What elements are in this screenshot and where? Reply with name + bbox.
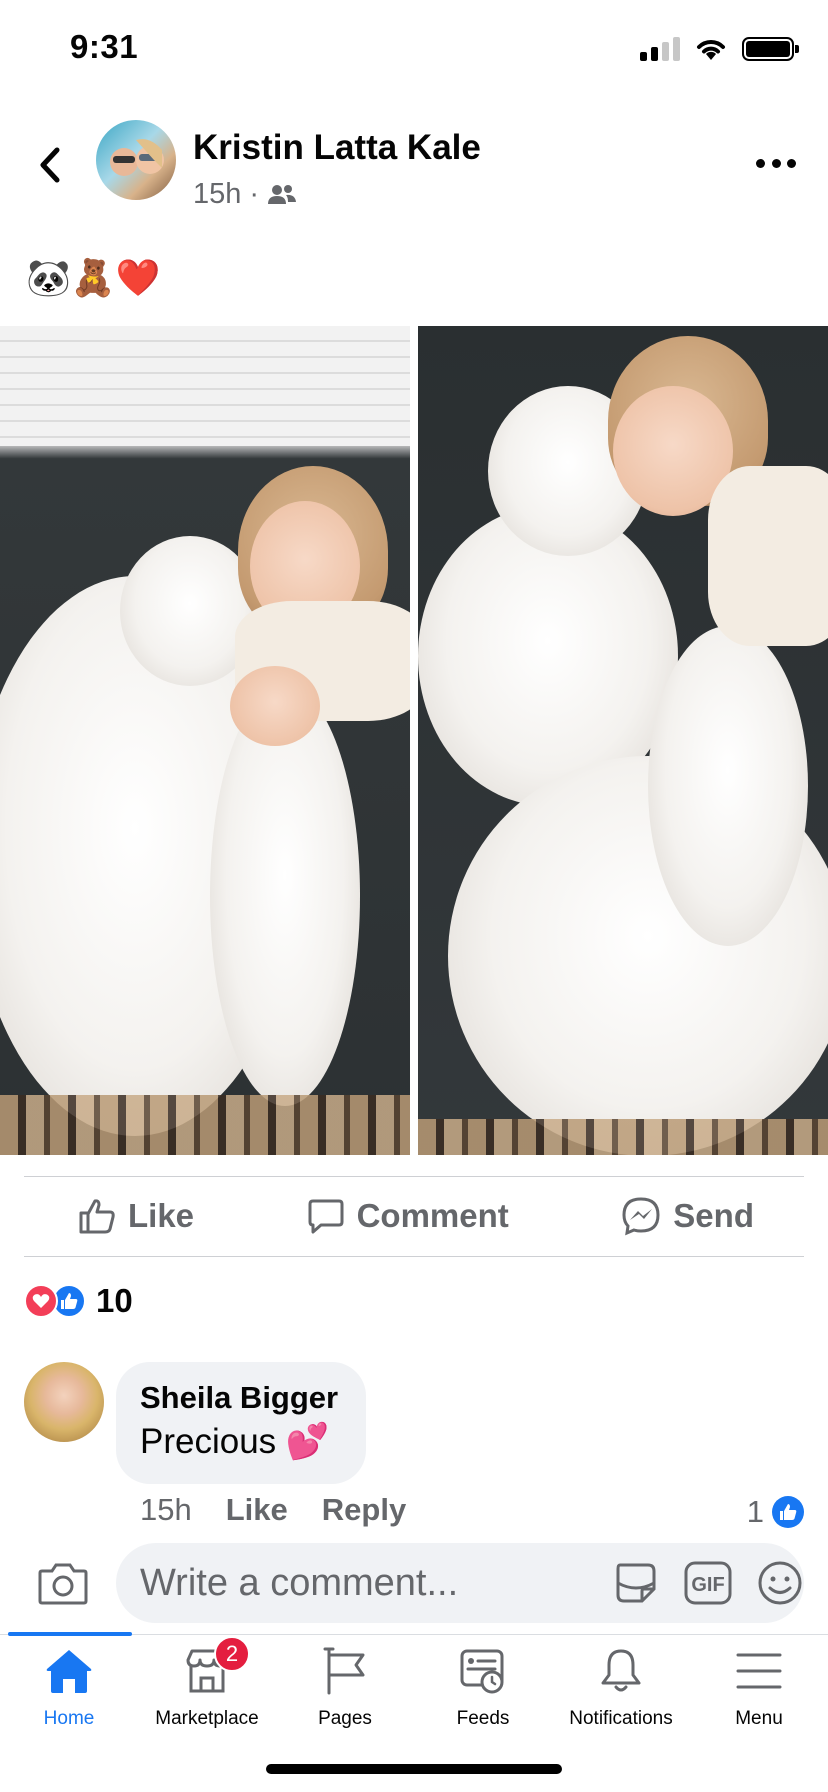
composer-icons: GIF [610, 1557, 806, 1609]
send-label: Send [673, 1197, 754, 1234]
messenger-icon [622, 1197, 660, 1236]
marketplace-badge: 2 [214, 1636, 250, 1672]
comment-composer: Write a comment... GIF [0, 1543, 828, 1625]
comment-bubble-icon [308, 1199, 344, 1234]
camera-icon [38, 1563, 88, 1605]
post-action-bar: Like Comment Send [24, 1180, 804, 1252]
sticker-icon [616, 1563, 656, 1603]
gif-button[interactable]: GIF [682, 1557, 734, 1609]
back-button[interactable] [30, 140, 70, 190]
feeds-icon [460, 1649, 504, 1694]
more-dots-icon [756, 158, 765, 168]
author-avatar-image [110, 139, 164, 176]
nav-marketplace[interactable]: 2 Marketplace [138, 1636, 276, 1742]
flag-icon [323, 1647, 365, 1695]
comment-like-count: 1 [746, 1494, 764, 1529]
author-avatar[interactable] [96, 120, 176, 200]
more-dot [771, 158, 781, 168]
cellular-signal-icon [640, 37, 680, 61]
commenter-name[interactable]: Sheila Bigger [140, 1378, 338, 1418]
dog-leg [648, 626, 808, 946]
comment-button[interactable]: Comment [307, 1197, 509, 1235]
love-reaction-icon [24, 1284, 58, 1318]
post-time[interactable]: 15h [193, 178, 241, 211]
girl-knee [230, 666, 320, 746]
comment-bubble[interactable]: Sheila Bigger Precious 💕 [116, 1362, 367, 1484]
more-options-button[interactable] [756, 148, 796, 178]
chevron-left-icon [40, 147, 60, 183]
girl-shirt [708, 466, 828, 646]
bell-icon [601, 1649, 641, 1692]
more-dot [787, 158, 796, 168]
meta-separator: · [249, 178, 260, 210]
comment-likes[interactable]: 1 [747, 1494, 804, 1530]
comment-meta: 15h Like Reply [140, 1492, 406, 1528]
nav-notifications-label: Notifications [569, 1708, 673, 1729]
divider-top [24, 1176, 804, 1177]
like-label: Like [128, 1197, 195, 1234]
comment-like-button[interactable]: Like [226, 1492, 288, 1528]
nav-feeds-label: Feeds [456, 1708, 510, 1729]
nav-feeds[interactable]: Feeds [414, 1642, 552, 1742]
divider-bottom [24, 1256, 804, 1257]
home-icon [46, 1650, 92, 1693]
thumbs-up-icon [79, 1199, 115, 1234]
comment-input-placeholder: Write a comment... [140, 1561, 459, 1604]
nav-home[interactable]: Home [0, 1642, 138, 1742]
emoji-button[interactable] [754, 1557, 806, 1609]
home-indicator[interactable] [266, 1764, 562, 1774]
send-button[interactable]: Send [621, 1196, 754, 1236]
photo-left[interactable] [0, 326, 410, 1155]
commenter-avatar[interactable] [24, 1362, 104, 1442]
bottom-nav: Home 2 Marketplace Pages Feeds Notificat… [0, 1636, 828, 1742]
comment-text: Precious 💕 [140, 1422, 330, 1461]
sticker-button[interactable] [610, 1557, 662, 1609]
gif-label: GIF [691, 1574, 724, 1596]
like-button[interactable]: Like [78, 1197, 194, 1235]
status-icons [640, 36, 799, 62]
nav-home-label: Home [43, 1708, 95, 1729]
hamburger-icon [736, 1653, 782, 1689]
nav-active-indicator [8, 1632, 132, 1636]
comment-time: 15h [140, 1492, 192, 1527]
wifi-icon [697, 40, 725, 60]
photo-right[interactable] [418, 326, 828, 1155]
camera-button[interactable] [38, 1561, 88, 1610]
dog-leg [210, 686, 360, 1106]
comment-label: Comment [356, 1197, 509, 1234]
comment-reply-button[interactable]: Reply [322, 1492, 406, 1528]
friends-icon[interactable] [267, 183, 297, 207]
reactions-summary[interactable]: 10 [24, 1282, 133, 1320]
post-meta: 15h · [193, 178, 297, 211]
nav-pages[interactable]: Pages [276, 1642, 414, 1742]
post-header: Kristin Latta Kale 15h · [0, 112, 828, 222]
nav-menu[interactable]: Menu [690, 1642, 828, 1742]
smiley-icon [758, 1561, 802, 1605]
battery-icon [742, 37, 799, 61]
rug [418, 1119, 828, 1155]
window-blinds [0, 326, 410, 446]
nav-notifications[interactable]: Notifications [552, 1642, 690, 1742]
like-reaction-icon [772, 1496, 804, 1528]
gif-icon: GIF [684, 1561, 732, 1605]
photo-grid [0, 326, 828, 1155]
post-text: 🐼🧸❤️ [26, 257, 161, 298]
rug [0, 1095, 410, 1155]
status-bar: 9:31 [0, 0, 828, 100]
author-name[interactable]: Kristin Latta Kale [193, 128, 481, 168]
reactions-count: 10 [96, 1282, 133, 1319]
status-time: 9:31 [70, 28, 139, 65]
nav-menu-label: Menu [735, 1708, 783, 1729]
nav-pages-label: Pages [318, 1708, 372, 1729]
nav-marketplace-label: Marketplace [155, 1708, 259, 1729]
